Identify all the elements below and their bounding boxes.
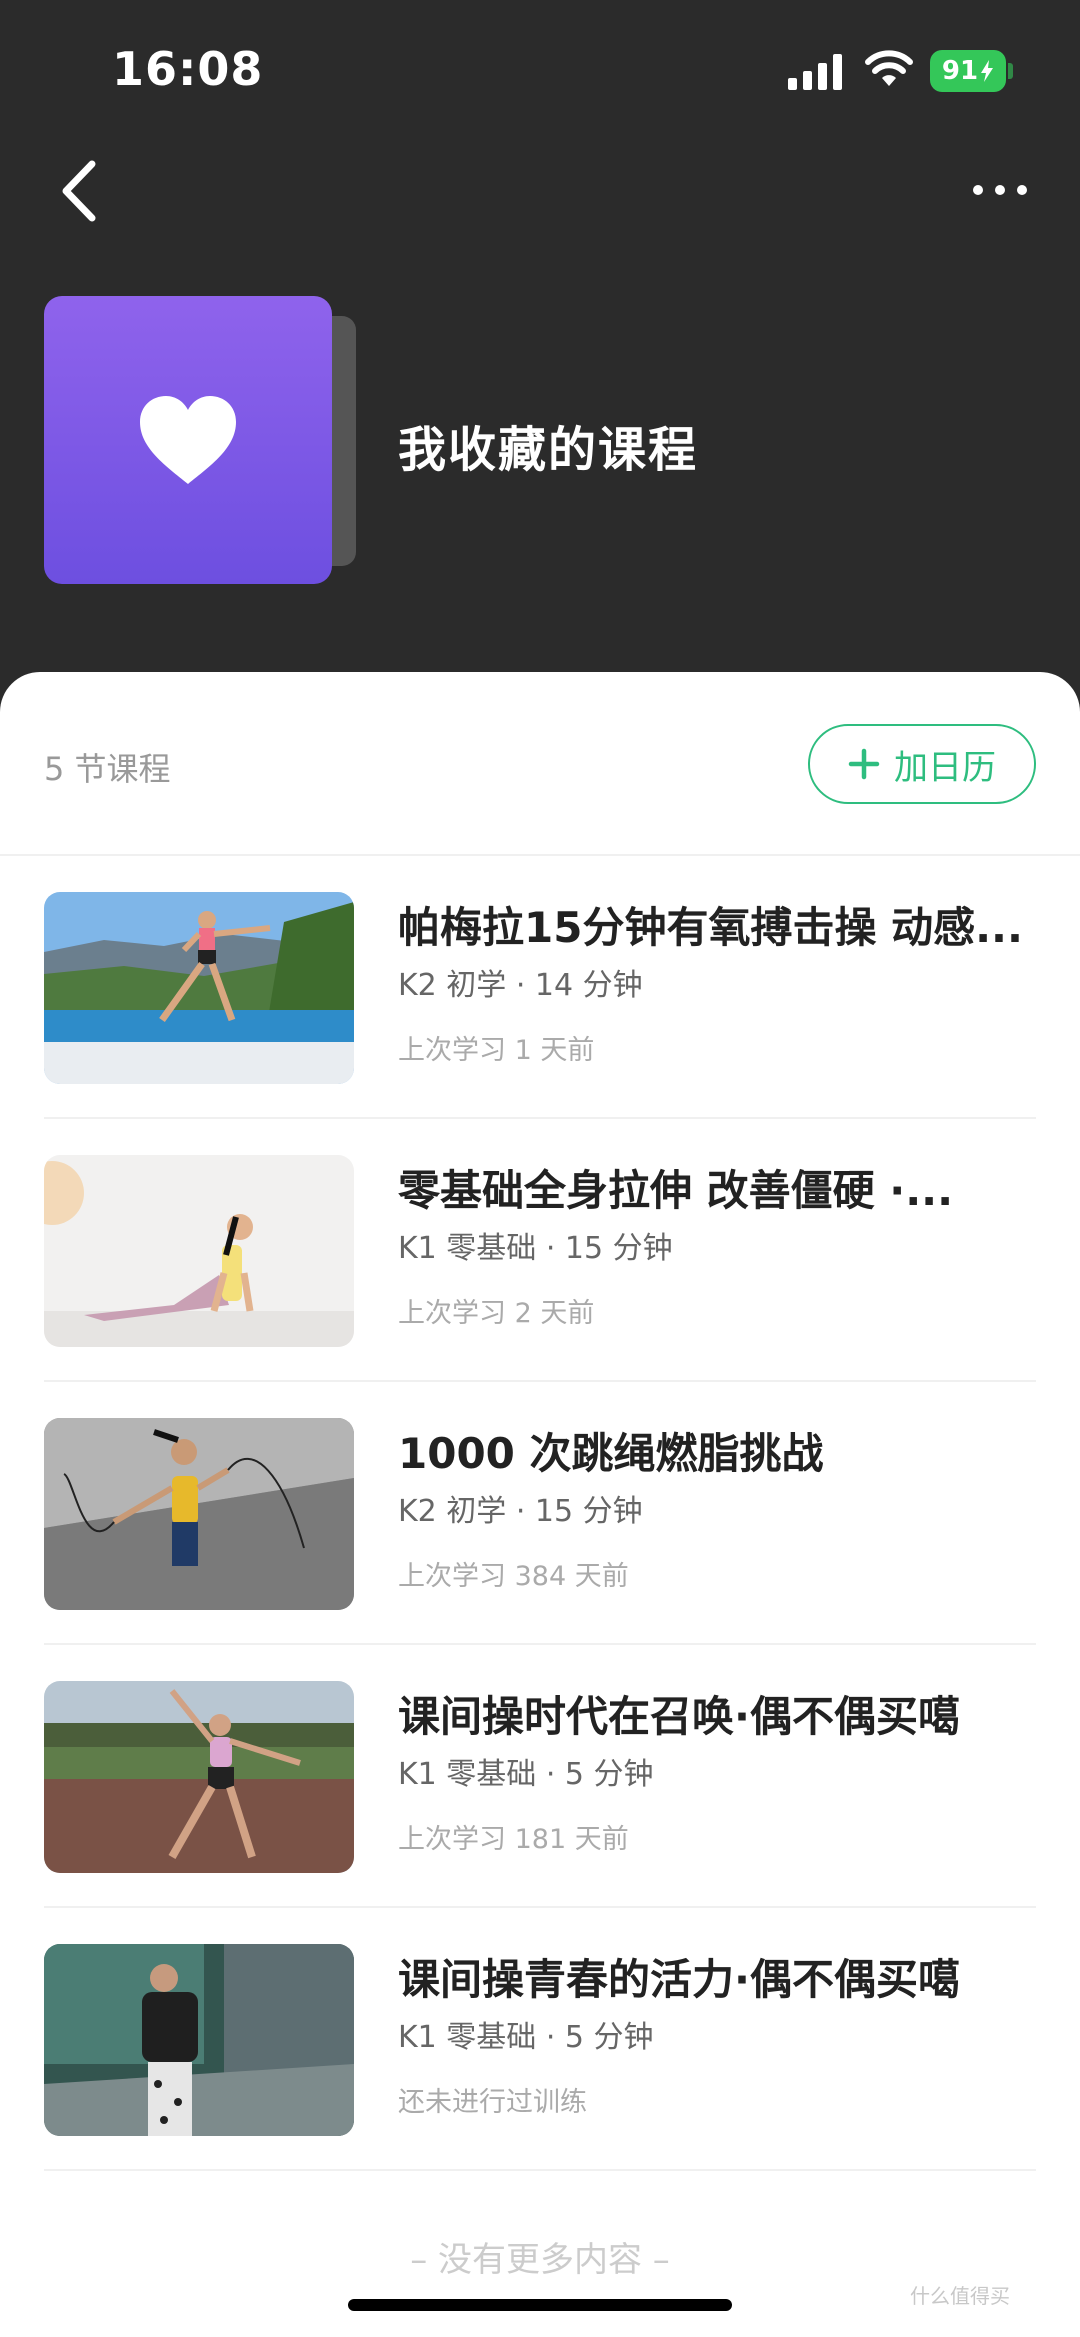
plus-icon xyxy=(848,748,880,780)
course-list-item[interactable]: 课间操青春的活力·偶不偶买噶 K1 零基础 · 5 分钟 还未进行过训练 xyxy=(0,1908,1080,2171)
battery-level: 91 xyxy=(941,56,979,86)
course-meta: K2 初学 · 15 分钟 xyxy=(398,1494,643,1529)
page-title: 我收藏的课程 xyxy=(398,422,699,478)
battery-icon: 91 xyxy=(930,50,1006,92)
collection-cover xyxy=(44,296,332,584)
course-meta: K1 零基础 · 5 分钟 xyxy=(398,2020,654,2055)
course-meta: K1 零基础 · 15 分钟 xyxy=(398,1231,673,1266)
course-last-trained: 上次学习 384 天前 xyxy=(398,1561,629,1592)
course-meta: K2 初学 · 14 分钟 xyxy=(398,968,643,1003)
status-bar: 16:08 91 xyxy=(0,0,1080,140)
course-thumbnail xyxy=(44,1155,354,1347)
course-last-trained: 上次学习 2 天前 xyxy=(398,1298,595,1329)
course-sheet: 5 节课程 加日历 帕梅拉15分钟有氧搏击操 动感... K2 初学 · 14 … xyxy=(0,672,1080,2337)
watermark: 什么值得买 xyxy=(910,2284,1010,2308)
add-to-calendar-button[interactable]: 加日历 xyxy=(808,724,1036,804)
status-time: 16:08 xyxy=(112,42,264,96)
charging-bolt-icon xyxy=(981,60,994,82)
course-list-item[interactable]: 课间操时代在召唤·偶不偶买噶 K1 零基础 · 5 分钟 上次学习 181 天前 xyxy=(0,1645,1080,1908)
course-list-item[interactable]: 1000 次跳绳燃脂挑战 K2 初学 · 15 分钟 上次学习 384 天前 xyxy=(0,1382,1080,1645)
sports-field-dance-photo xyxy=(44,1681,354,1873)
course-list: 帕梅拉15分钟有氧搏击操 动感... K2 初学 · 14 分钟 上次学习 1 … xyxy=(0,856,1080,2171)
yoga-cobra-stretch-photo xyxy=(44,1155,354,1347)
course-thumbnail xyxy=(44,1418,354,1610)
jump-rope-photo xyxy=(44,1418,354,1610)
battery-cap xyxy=(1008,63,1013,79)
course-meta: K1 零基础 · 5 分钟 xyxy=(398,1757,654,1792)
add-to-calendar-label: 加日历 xyxy=(894,747,996,788)
course-title: 帕梅拉15分钟有氧搏击操 动感... xyxy=(398,903,1023,952)
app-screen: 16:08 91 我收藏的课程 5 节课程 加日历 帕梅拉15分钟有氧搏击操 动… xyxy=(0,0,1080,2337)
course-list-item[interactable]: 零基础全身拉伸 改善僵硬 ·... K1 零基础 · 15 分钟 上次学习 2 … xyxy=(0,1119,1080,1382)
course-thumbnail xyxy=(44,892,354,1084)
signal-icon xyxy=(788,54,842,90)
back-button[interactable] xyxy=(56,158,106,224)
course-title: 课间操时代在召唤·偶不偶买噶 xyxy=(398,1692,960,1741)
course-thumbnail xyxy=(44,1944,354,2136)
course-last-trained: 上次学习 181 天前 xyxy=(398,1824,629,1855)
course-last-trained: 还未进行过训练 xyxy=(398,2087,587,2118)
course-last-trained: 上次学习 1 天前 xyxy=(398,1035,595,1066)
home-indicator[interactable] xyxy=(348,2299,732,2311)
course-thumbnail xyxy=(44,1681,354,1873)
course-title: 课间操青春的活力·偶不偶买噶 xyxy=(398,1955,960,2004)
course-list-item[interactable]: 帕梅拉15分钟有氧搏击操 动感... K2 初学 · 14 分钟 上次学习 1 … xyxy=(0,856,1080,1119)
course-count-label: 5 节课程 xyxy=(44,750,171,788)
course-title: 零基础全身拉伸 改善僵硬 ·... xyxy=(398,1166,954,1215)
wifi-icon xyxy=(865,50,913,86)
more-options-button[interactable] xyxy=(968,168,1032,212)
street-dance-photo xyxy=(44,1944,354,2136)
heart-icon xyxy=(140,396,236,484)
no-more-content-label: – 没有更多内容 – xyxy=(410,2240,670,2280)
kickboxing-poolside-photo xyxy=(44,892,354,1084)
course-title: 1000 次跳绳燃脂挑战 xyxy=(398,1429,824,1478)
